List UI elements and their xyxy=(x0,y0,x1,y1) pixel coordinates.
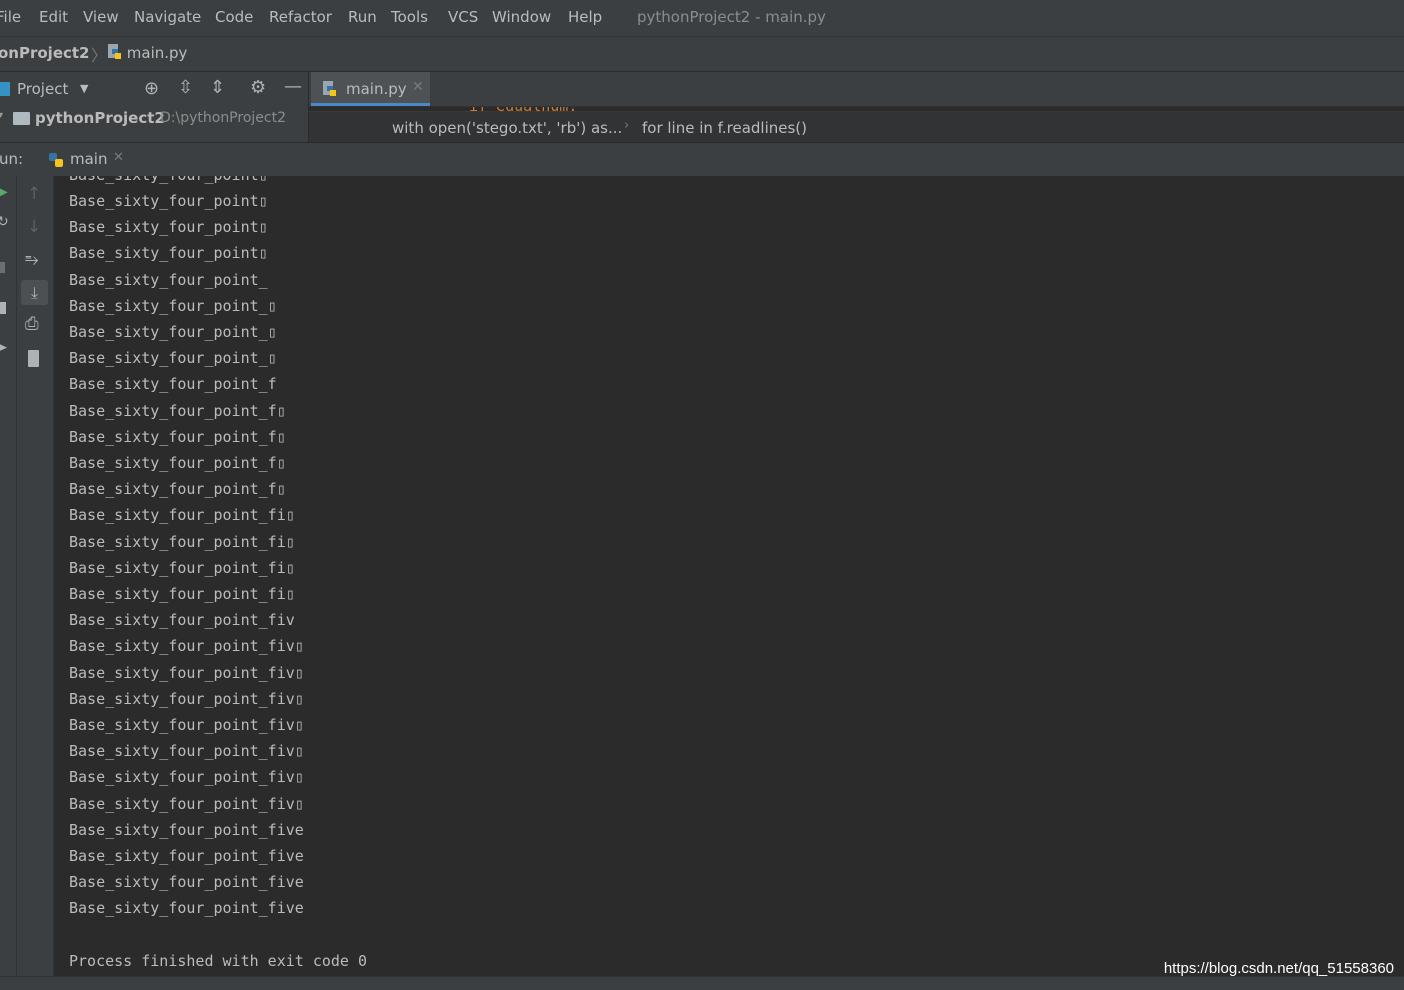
console-line: Base_sixty_four_point_five xyxy=(69,847,304,865)
menu-code[interactable]: Code xyxy=(215,8,253,26)
console-line: Base_sixty_four_point_fiv▯ xyxy=(69,663,304,682)
console-line: Base_sixty_four_point_five xyxy=(69,873,304,892)
console-line: Base_sixty_four_point_f▯ xyxy=(69,427,286,446)
watermark: https://blog.csdn.net/qq_51558360 xyxy=(1163,960,1394,977)
console-line: Base_sixty_four_point_fiv▯ xyxy=(69,689,304,708)
menu-navigate[interactable]: Navigate xyxy=(134,8,201,26)
console-line: Base_sixty_four_point_f xyxy=(69,375,277,394)
folder-icon xyxy=(13,112,30,125)
console-line-clipped: Base_sixty_four_point▯ xyxy=(69,176,268,184)
tab-main-py[interactable]: main.py ✕ xyxy=(311,72,430,106)
console-line: Base_sixty_four_point_f▯ xyxy=(69,480,286,499)
arrow-down-icon[interactable]: ↓ xyxy=(27,217,41,237)
run-tab-label[interactable]: main xyxy=(70,150,107,168)
hide-panel-icon[interactable]: — xyxy=(284,76,302,97)
breadcrumb-project[interactable]: onProject2 xyxy=(0,44,90,62)
console-line: Base_sixty_four_point_fiv▯ xyxy=(69,637,304,656)
console-line: Base_sixty_four_point_▯ xyxy=(69,296,277,315)
exit-message: Process finished with exit code 0 xyxy=(69,951,368,970)
console-line: Base_sixty_four_point_fiv▯ xyxy=(69,716,304,734)
arrow-up-icon[interactable]: ↑ xyxy=(27,184,41,204)
menu-tools[interactable]: Tools xyxy=(391,8,428,26)
menu-run[interactable]: Run xyxy=(348,8,377,26)
pin-icon[interactable]: ➤ xyxy=(0,340,8,356)
breadcrumb-file[interactable]: main.py xyxy=(108,44,187,62)
breadcrumb-separator: 〉 xyxy=(91,46,108,65)
chevron-down-icon[interactable]: ▼ xyxy=(80,82,88,95)
console-line: Base_sixty_four_point_f▯ xyxy=(69,454,286,472)
menu-window[interactable]: Window xyxy=(492,8,551,26)
chevron-right-icon: › xyxy=(624,118,630,133)
code-breadcrumb: with open('stego.txt', 'rb') as... › for… xyxy=(309,111,1404,142)
tab-label: main.py xyxy=(346,80,407,98)
editor-tab-bar: main.py ✕ xyxy=(309,72,1404,107)
menu-view[interactable]: View xyxy=(83,8,119,26)
menu-bar: File Edit View Navigate Code Refactor Ru… xyxy=(0,0,1404,37)
console-toolbar: ↑ ↓ ⥱ ⤓ ⎙ xyxy=(17,176,54,976)
console-line: Base_sixty_four_point▯ xyxy=(69,192,268,210)
close-icon[interactable]: ✕ xyxy=(412,79,424,95)
console-line: Base_sixty_four_point_fi▯ xyxy=(69,585,295,603)
editor-area: if equalnum: with open('stego.txt', 'rb'… xyxy=(309,107,1404,142)
python-file-icon xyxy=(108,44,122,59)
menu-vcs[interactable]: VCS xyxy=(448,8,478,26)
layout-icon[interactable] xyxy=(0,302,6,314)
run-panel-label: un: xyxy=(0,150,24,168)
status-bar xyxy=(0,976,1404,990)
console-line: Base_sixty_four_point_fi▯ xyxy=(69,506,295,525)
console-line: Base_sixty_four_point_fiv xyxy=(69,611,295,630)
code-breadcrumb-item[interactable]: with open('stego.txt', 'rb') as... xyxy=(392,119,622,137)
rerun-icon[interactable]: ▶ xyxy=(0,184,8,200)
console-line: Base_sixty_four_point_five xyxy=(69,820,304,839)
project-view-label[interactable]: Project xyxy=(17,80,68,98)
project-root-name[interactable]: pythonProject2 xyxy=(35,109,165,127)
console-line: Base_sixty_four_point_fiv▯ xyxy=(69,794,304,813)
console-line: Base_sixty_four_point_fiv▯ xyxy=(69,768,304,787)
console-output[interactable]: Base_sixty_four_point▯ Base_sixty_four_p… xyxy=(54,176,1404,976)
menu-help[interactable]: Help xyxy=(568,8,602,26)
navigation-bar: onProject2 〉 main.py xyxy=(0,37,1404,72)
project-panel-header: Project ▼ ⊕ ⇳ ⇕ ⚙ — xyxy=(0,72,308,107)
breadcrumb-file-label: main.py xyxy=(126,44,188,62)
menu-refactor[interactable]: Refactor xyxy=(269,8,332,26)
menu-edit[interactable]: Edit xyxy=(39,8,68,26)
run-controls-strip: ▶ ↻ ➤ xyxy=(0,176,17,976)
console-line: Base_sixty_four_point▯ xyxy=(69,218,268,237)
console-line: Base_sixty_four_point_five xyxy=(69,899,304,918)
edit-config-icon[interactable]: ↻ xyxy=(0,214,9,230)
expand-all-icon[interactable]: ⇳ xyxy=(178,77,193,98)
gear-icon[interactable]: ⚙ xyxy=(250,77,266,98)
console-line: Base_sixty_four_point_fiv▯ xyxy=(69,742,304,761)
project-view-icon xyxy=(0,82,10,96)
code-breadcrumb-item[interactable]: for line in f.readlines() xyxy=(642,119,807,137)
python-file-icon xyxy=(323,81,337,96)
project-tree: ▾ pythonProject2 D:\pythonProject2 xyxy=(0,106,308,142)
trash-icon[interactable] xyxy=(28,350,39,367)
console-line: Base_sixty_four_point_▯ xyxy=(69,349,277,368)
project-root-path: D:\pythonProject2 xyxy=(160,110,286,126)
print-icon[interactable]: ⎙ xyxy=(25,314,39,334)
console-line: Base_sixty_four_point_▯ xyxy=(69,323,277,341)
python-run-icon xyxy=(48,152,63,167)
console-line: Base_sixty_four_point▯ xyxy=(69,244,268,263)
locate-crosshair-icon[interactable]: ⊕ xyxy=(144,78,159,99)
collapse-all-icon[interactable]: ⇕ xyxy=(210,77,225,98)
chevron-down-icon[interactable]: ▾ xyxy=(0,110,3,121)
console-line: Base_sixty_four_point_ xyxy=(69,270,268,289)
window-title: pythonProject2 - main.py xyxy=(637,8,826,26)
menu-file[interactable]: File xyxy=(0,8,21,26)
console-line: Base_sixty_four_point_fi▯ xyxy=(69,558,295,577)
close-icon[interactable]: ✕ xyxy=(113,150,124,165)
soft-wrap-icon[interactable]: ⥱ xyxy=(25,250,39,270)
console-line: Base_sixty_four_point_fi▯ xyxy=(69,532,295,551)
console-line: Base_sixty_four_point_f▯ xyxy=(69,401,286,420)
run-panel-header: un: main ✕ xyxy=(0,142,1404,177)
stop-icon[interactable] xyxy=(0,262,5,273)
scroll-to-end-icon[interactable]: ⤓ xyxy=(21,280,48,305)
